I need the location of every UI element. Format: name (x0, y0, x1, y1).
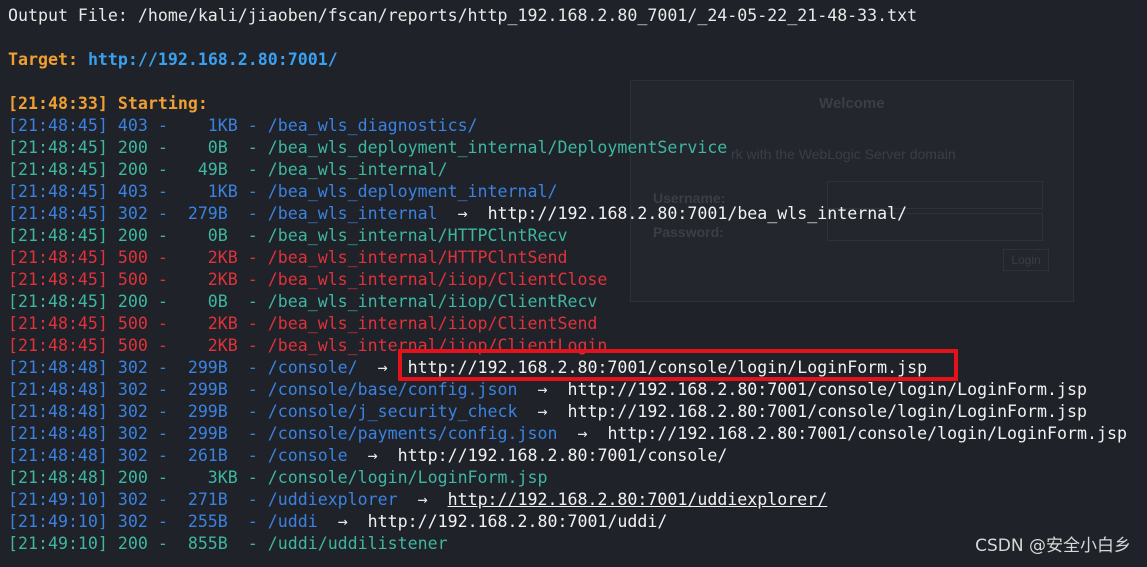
log-entry-text: [21:49:10] 302 - 271B - /uddiexplorer (8, 490, 418, 509)
log-entry-text: [21:48:48] 302 - 299B - /console/base/co… (8, 380, 538, 399)
redirect-url[interactable]: http://192.168.2.80:7001/console/ (398, 446, 728, 465)
log-line: [21:48:45] 200 - 0B - /bea_wls_internal/… (8, 291, 597, 313)
log-line: [21:48:45] 500 - 2KB - /bea_wls_internal… (8, 247, 567, 269)
log-line: [21:48:45] 403 - 1KB - /bea_wls_diagnost… (8, 115, 478, 137)
highlight-box (398, 349, 958, 381)
log-entry-text: [21:48:48] 302 - 299B - /console/ (8, 358, 378, 377)
redirect-url[interactable]: http://192.168.2.80:7001/console/login/L… (567, 402, 1087, 421)
redirect-arrow-icon: → (367, 446, 378, 465)
log-entry-text: [21:48:48] 302 - 299B - /console/j_secur… (8, 402, 538, 421)
log-line: [21:48:45] 200 - 0B - /bea_wls_internal/… (8, 225, 567, 247)
log-entry-text: [21:48:48] 302 - 261B - /console (8, 446, 368, 465)
log-entry-text: [21:48:45] 200 - 49B - /bea_wls_internal… (8, 160, 448, 179)
log-line: [21:48:48] 302 - 299B - /console/base/co… (8, 379, 1087, 401)
redirect-arrow-icon: → (337, 512, 348, 531)
log-line: [21:48:45] 403 - 1KB - /bea_wls_deployme… (8, 181, 557, 203)
log-entry-text: [21:48:45] 403 - 1KB - /bea_wls_diagnost… (8, 116, 478, 135)
log-line: [21:49:10] 200 - 855B - /uddi/uddilisten… (8, 533, 448, 555)
starting-line: [21:48:33] Starting: (8, 94, 208, 113)
log-line: [21:49:10] 302 - 271B - /uddiexplorer → … (8, 489, 827, 511)
background-login-panel: Welcome rk with the WebLogic Server doma… (630, 80, 1074, 302)
target-label: Target: (8, 50, 78, 69)
log-entry-text: [21:48:45] 200 - 0B - /bea_wls_deploymen… (8, 138, 728, 157)
log-line: [21:49:10] 302 - 255B - /uddi → http://1… (8, 511, 667, 533)
log-line: [21:48:45] 200 - 0B - /bea_wls_deploymen… (8, 137, 727, 159)
redirect-url[interactable]: http://192.168.2.80:7001/uddiexplorer/ (448, 490, 828, 509)
log-line: [21:48:48] 302 - 299B - /console/j_secur… (8, 401, 1087, 423)
redirect-arrow-icon: → (457, 204, 468, 223)
redirect-url[interactable]: http://192.168.2.80:7001/console/login/L… (567, 380, 1087, 399)
log-entry-text: [21:48:45] 200 - 0B - /bea_wls_internal/… (8, 226, 568, 245)
redirect-arrow-icon: → (577, 424, 588, 443)
target-url[interactable]: http://192.168.2.80:7001/ (88, 50, 338, 69)
log-entry-text: [21:48:45] 302 - 279B - /bea_wls_interna… (8, 204, 458, 223)
log-line: [21:48:48] 302 - 261B - /console → http:… (8, 445, 727, 467)
redirect-arrow-icon: → (537, 402, 548, 421)
log-line: [21:48:45] 302 - 279B - /bea_wls_interna… (8, 203, 907, 225)
watermark: CSDN @安全小白乡 (975, 536, 1131, 556)
redirect-url[interactable]: http://192.168.2.80:7001/bea_wls_interna… (488, 204, 908, 223)
output-file-line: Output File: /home/kali/jiaoben/fscan/re… (8, 6, 918, 25)
redirect-url[interactable]: http://192.168.2.80:7001/console/login/L… (607, 424, 1127, 443)
log-entry-text: [21:48:45] 500 - 2KB - /bea_wls_internal… (8, 314, 598, 333)
background-login-subtitle: rk with the WebLogic Server domain (731, 146, 956, 162)
log-entry-text: [21:49:10] 200 - 855B - /uddi/uddilisten… (8, 534, 448, 553)
log-entry-text: [21:48:48] 302 - 299B - /console/payment… (8, 424, 578, 443)
background-login-title: Welcome (819, 95, 885, 112)
log-line: [21:48:45] 500 - 2KB - /bea_wls_internal… (8, 269, 607, 291)
redirect-url[interactable]: http://192.168.2.80:7001/uddi/ (368, 512, 668, 531)
redirect-arrow-icon: → (417, 490, 428, 509)
background-login-button: Login (1003, 249, 1049, 271)
log-line: [21:48:45] 500 - 2KB - /bea_wls_internal… (8, 313, 597, 335)
log-entry-text: [21:48:45] 500 - 2KB - /bea_wls_internal… (8, 248, 568, 267)
target-line: Target: http://192.168.2.80:7001/ (8, 49, 338, 71)
log-line: [21:48:48] 302 - 299B - /console/payment… (8, 423, 1127, 445)
log-entry-text: [21:49:10] 302 - 255B - /uddi (8, 512, 338, 531)
log-entry-text: [21:48:45] 403 - 1KB - /bea_wls_deployme… (8, 182, 558, 201)
terminal-window: Welcome rk with the WebLogic Server doma… (0, 0, 1147, 567)
log-entry-text: [21:48:48] 200 - 3KB - /console/login/Lo… (8, 468, 548, 487)
log-entry-text: [21:48:45] 500 - 2KB - /bea_wls_internal… (8, 270, 608, 289)
log-line: [21:48:48] 200 - 3KB - /console/login/Lo… (8, 467, 547, 489)
log-entry-text: [21:48:45] 200 - 0B - /bea_wls_internal/… (8, 292, 598, 311)
redirect-arrow-icon: → (537, 380, 548, 399)
log-line: [21:48:45] 200 - 49B - /bea_wls_internal… (8, 159, 448, 181)
redirect-arrow-icon: → (377, 358, 388, 377)
